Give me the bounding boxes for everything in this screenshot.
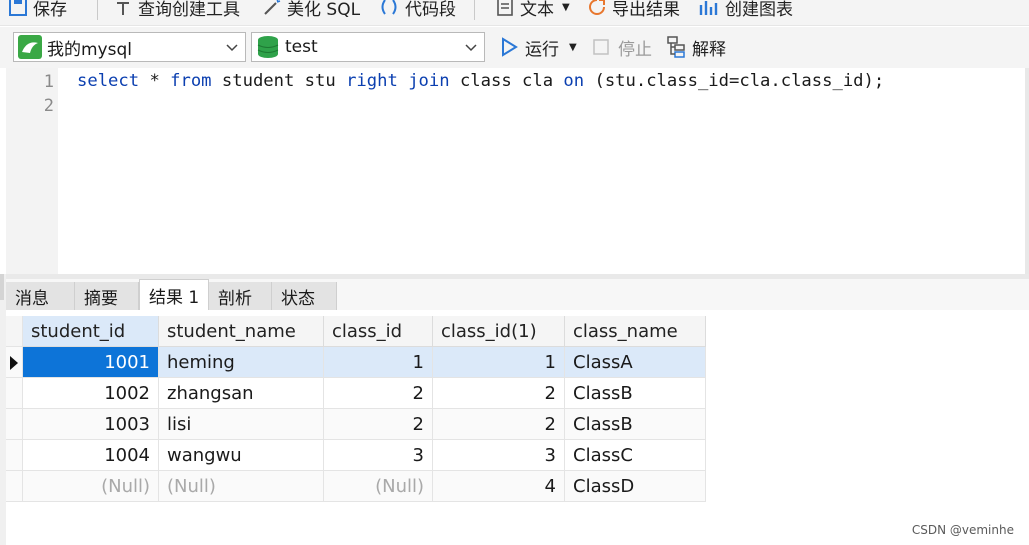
export-results-button[interactable]: 导出结果 [587,0,680,22]
table-cell[interactable]: 2 [324,409,433,440]
table-cell[interactable]: 1 [324,347,433,378]
sql-code-line[interactable]: select * from student stu right join cla… [77,71,884,91]
text-doc-icon [497,0,513,16]
explain-icon [667,36,685,58]
sql-keyword: join [408,71,450,91]
sql-keyword: right [346,71,398,91]
toolbar-divider [97,0,98,20]
create-chart-button[interactable]: 创建图表 [698,0,793,22]
sql-text: (stu.class_id=cla.class_id); [584,71,885,91]
save-button[interactable]: 保存 [8,0,67,22]
table-cell[interactable]: ClassB [565,409,706,440]
line-number: 1 [43,72,54,92]
stop-icon [593,39,609,55]
line-number-gutter: 1 2 [6,68,58,274]
magic-wand-icon [264,0,281,15]
stop-button[interactable]: 停止 [593,32,652,62]
line-number: 2 [43,96,54,116]
chevron-down-icon [226,44,238,52]
column-header[interactable]: class_id(1) [433,316,565,347]
connection-select[interactable]: 我的mysql [13,32,246,62]
table-cell[interactable]: zhangsan [159,378,324,409]
column-header[interactable]: student_name [159,316,324,347]
column-header[interactable]: class_name [565,316,706,347]
editor-scrollbar[interactable] [1025,68,1029,274]
export-icon [589,0,605,15]
mysql-connection-icon [18,35,42,59]
table-cell[interactable]: lisi [159,409,324,440]
code-snippet-button[interactable]: 代码段 [378,0,456,22]
table-cell[interactable]: 4 [433,471,565,502]
database-icon [257,36,279,58]
row-indicator [6,316,23,347]
query-builder-icon [117,2,129,15]
tab-result-1[interactable]: 结果 1 [139,279,209,310]
table-cell[interactable]: 2 [433,409,565,440]
table-cell[interactable]: 1001 [23,347,159,378]
sql-keyword: on [563,71,585,91]
tab-messages[interactable]: 消息 [6,282,75,310]
table-cell[interactable]: 3 [433,440,565,471]
chart-icon [699,1,718,15]
row-indicator[interactable] [6,409,23,440]
chevron-down-icon [465,44,477,52]
panel-resize-handle[interactable] [0,270,4,300]
table-cell[interactable]: 3 [324,440,433,471]
tab-profile[interactable]: 剖析 [209,282,272,310]
table-cell[interactable]: ClassB [565,378,706,409]
table-cell[interactable]: 2 [324,378,433,409]
table-cell-null[interactable]: (Null) [324,471,433,502]
dropdown-caret-icon[interactable]: ▼ [569,42,577,53]
row-indicator[interactable] [6,378,23,409]
sql-keyword: from [170,71,212,91]
table-cell[interactable]: 1003 [23,409,159,440]
column-header[interactable]: class_id [324,316,433,347]
result-tabs: 消息 摘要 结果 1 剖析 状态 [6,279,1029,310]
current-row-caret-icon [10,356,18,370]
table-cell[interactable]: 2 [433,378,565,409]
table-cell[interactable]: 1002 [23,378,159,409]
table-cell[interactable]: wangwu [159,440,324,471]
sql-text: class cla [449,71,564,91]
table-cell-null[interactable]: (Null) [23,471,159,502]
play-icon [502,37,518,57]
main-toolbar: 保存 查询创建工具 美化 SQL 代码段 文本 ▼ 导出结果 创建图表 [0,0,1029,26]
sql-editor[interactable]: 1 2 select * from student stu right join… [0,68,1029,274]
beautify-sql-button[interactable]: 美化 SQL [262,0,360,22]
explain-button[interactable]: 解释 [667,32,726,62]
run-button[interactable]: 运行 ▼ [500,32,577,62]
table-cell[interactable]: 1 [433,347,565,378]
code-snippet-icon [381,0,397,15]
tab-summary[interactable]: 摘要 [75,282,139,310]
row-indicator[interactable] [6,347,23,378]
text-mode-button[interactable]: 文本 ▼ [495,0,570,22]
sql-text: * [139,71,171,91]
table-cell[interactable]: 1004 [23,440,159,471]
row-indicator[interactable] [6,440,23,471]
table-cell[interactable]: ClassD [565,471,706,502]
tab-status[interactable]: 状态 [272,282,337,310]
column-header[interactable]: student_id [23,316,159,347]
sql-keyword: select [77,71,140,91]
save-icon [9,0,27,16]
row-indicator[interactable] [6,471,23,502]
connection-toolbar: 我的mysql test 运行 ▼ 停止 解释 [0,27,1029,68]
watermark: CSDN @veminhe [911,523,1014,537]
query-builder-button[interactable]: 查询创建工具 [113,0,240,22]
table-cell-null[interactable]: (Null) [159,471,324,502]
table-cell[interactable]: ClassA [565,347,706,378]
toolbar-divider [474,0,475,20]
table-cell[interactable]: ClassC [565,440,706,471]
database-select[interactable]: test [251,32,485,62]
dropdown-caret-icon: ▼ [562,1,570,13]
sql-text: student stu [211,71,347,91]
table-cell[interactable]: heming [159,347,324,378]
